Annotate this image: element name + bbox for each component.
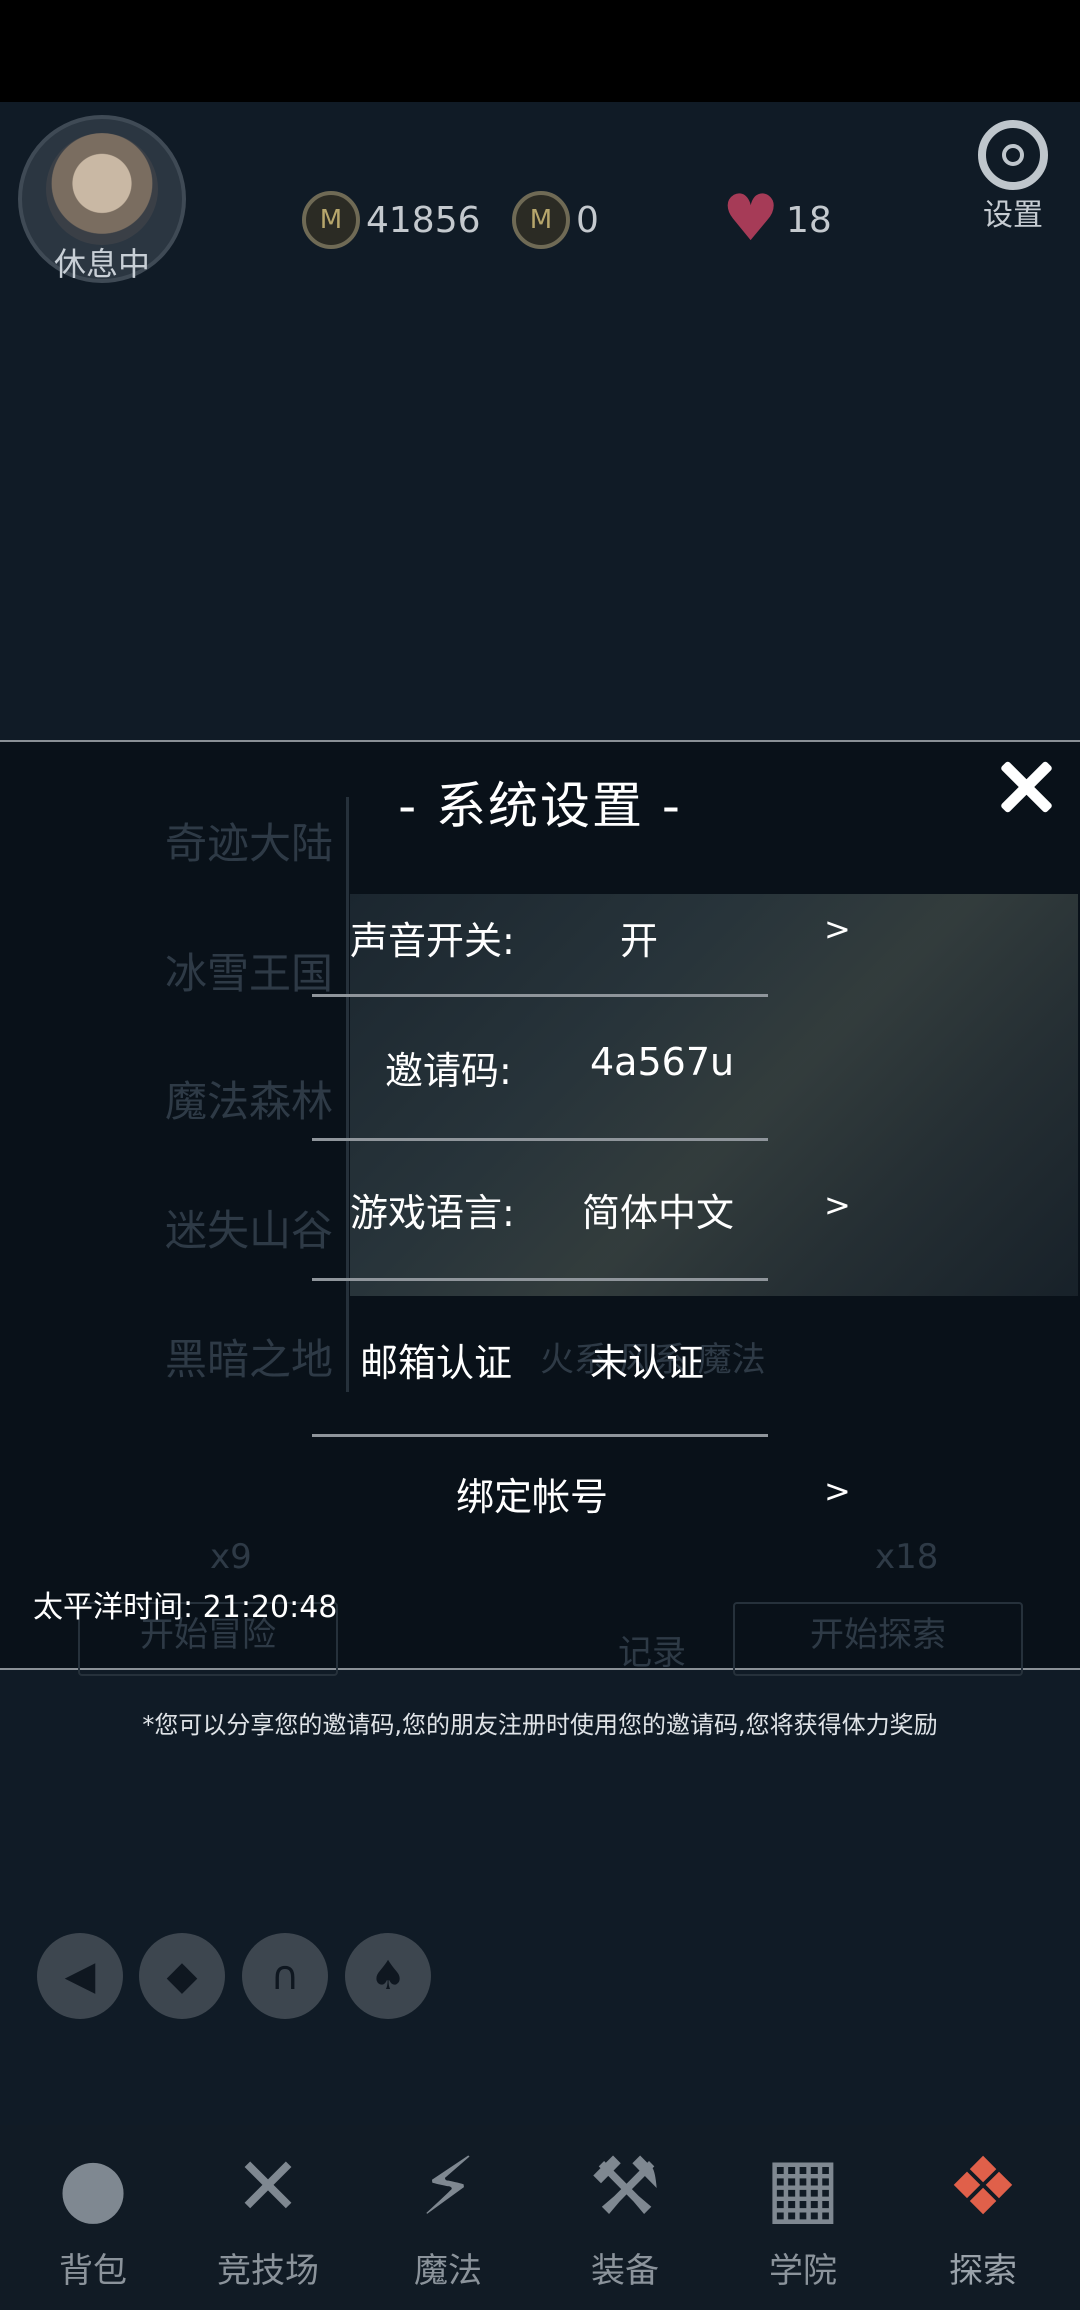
row-divider	[312, 1278, 768, 1281]
heart-icon	[722, 182, 779, 256]
helmet-icon[interactable]: ∩	[242, 1933, 328, 2019]
status-bar	[0, 0, 1080, 102]
sound-label: 声音开关:	[350, 919, 515, 963]
avatar-status: 休息中	[53, 245, 150, 283]
nav-equipment[interactable]: ⚒ 装备	[550, 2125, 700, 2310]
compass-icon: ❖	[947, 2140, 1019, 2233]
email-verify-status: 未认证	[590, 1341, 705, 1385]
backpack-icon: ●	[58, 2140, 128, 2233]
m-coin-icon: M	[302, 191, 360, 249]
invite-code-row: 邀请码: 4a567u	[0, 1040, 1080, 1120]
language-label: 游戏语言:	[350, 1191, 515, 1235]
nav-academy[interactable]: ▦ 学院	[728, 2125, 878, 2310]
start-explore-button: 开始探索	[733, 1602, 1023, 1676]
invite-tip: *您可以分享您的邀请码,您的朋友注册时使用您的邀请码,您将获得体力奖励	[142, 1711, 938, 1739]
bind-account-label: 绑定帐号	[456, 1475, 609, 1519]
chevron-right-icon: >	[824, 910, 851, 948]
lightning-icon: ⚡	[419, 2140, 477, 2233]
bottom-nav: ● 背包 ✕ 竞技场 ⚡ 魔法 ⚒ 装备 ▦ 学院 ❖ 探索	[0, 2125, 1080, 2310]
premium-currency: M 0	[512, 190, 599, 250]
avatar-portrait	[46, 133, 158, 245]
row-divider	[312, 1434, 768, 1437]
nav-explore[interactable]: ❖ 探索	[908, 2125, 1058, 2310]
system-settings-modal: 奇迹大陆 冰雪王国 魔法森林 迷失山谷 黑暗之地 火系 风系 魔法 x9 x18…	[0, 740, 1080, 1676]
invite-code-label: 邀请码:	[385, 1049, 512, 1093]
nav-label: 装备	[591, 2251, 659, 2291]
bind-account-row[interactable]: 绑定帐号 >	[0, 1466, 1080, 1546]
invite-code-value[interactable]: 4a567u	[590, 1040, 734, 1084]
nav-backpack[interactable]: ● 背包	[18, 2125, 168, 2310]
avatar[interactable]: 休息中	[18, 115, 186, 283]
back-icon[interactable]: ◀	[37, 1933, 123, 2019]
row-divider	[312, 994, 768, 997]
gear-icon	[978, 120, 1048, 190]
stamina-display: 18	[722, 182, 832, 256]
settings-button[interactable]: 设置	[968, 120, 1058, 233]
gold-value: 41856	[366, 199, 481, 241]
modal-title: - 系统设置 -	[398, 777, 682, 835]
game-language-row[interactable]: 游戏语言: 简体中文 >	[0, 1182, 1080, 1262]
nav-label: 探索	[949, 2251, 1017, 2291]
crossed-swords-icon: ✕	[234, 2140, 302, 2233]
nav-label: 学院	[769, 2251, 837, 2291]
email-verify-label: 邮箱认证	[360, 1341, 513, 1385]
stamina-value: 18	[786, 199, 832, 241]
m-coin-icon: M	[512, 191, 570, 249]
settings-label: 设置	[983, 198, 1043, 233]
language-value: 简体中文	[582, 1191, 735, 1235]
book-icon: ▦	[765, 2140, 841, 2233]
row-divider	[312, 1138, 768, 1141]
crystal-icon[interactable]: ◆	[139, 1933, 225, 2019]
nav-label: 背包	[59, 2251, 127, 2291]
pacific-time-clock: 太平洋时间: 21:20:48	[33, 1590, 338, 1625]
nav-label: 魔法	[414, 2251, 482, 2291]
sound-toggle-row[interactable]: 声音开关: 开 >	[0, 910, 1080, 990]
nav-arena[interactable]: ✕ 竞技场	[193, 2125, 343, 2310]
gold-currency: M 41856	[302, 190, 481, 250]
nav-label: 竞技场	[217, 2251, 319, 2291]
nav-magic[interactable]: ⚡ 魔法	[373, 2125, 523, 2310]
close-icon[interactable]	[995, 757, 1055, 817]
spade-icon[interactable]: ♠	[345, 1933, 431, 2019]
premium-value: 0	[576, 199, 599, 241]
chevron-right-icon: >	[824, 1186, 851, 1224]
sound-value: 开	[620, 919, 659, 963]
hammer-icon: ⚒	[589, 2140, 661, 2233]
chevron-right-icon: >	[824, 1472, 851, 1510]
record-link: 记录	[618, 1633, 686, 1673]
email-verify-row[interactable]: 邮箱认证 未认证	[0, 1332, 1080, 1412]
